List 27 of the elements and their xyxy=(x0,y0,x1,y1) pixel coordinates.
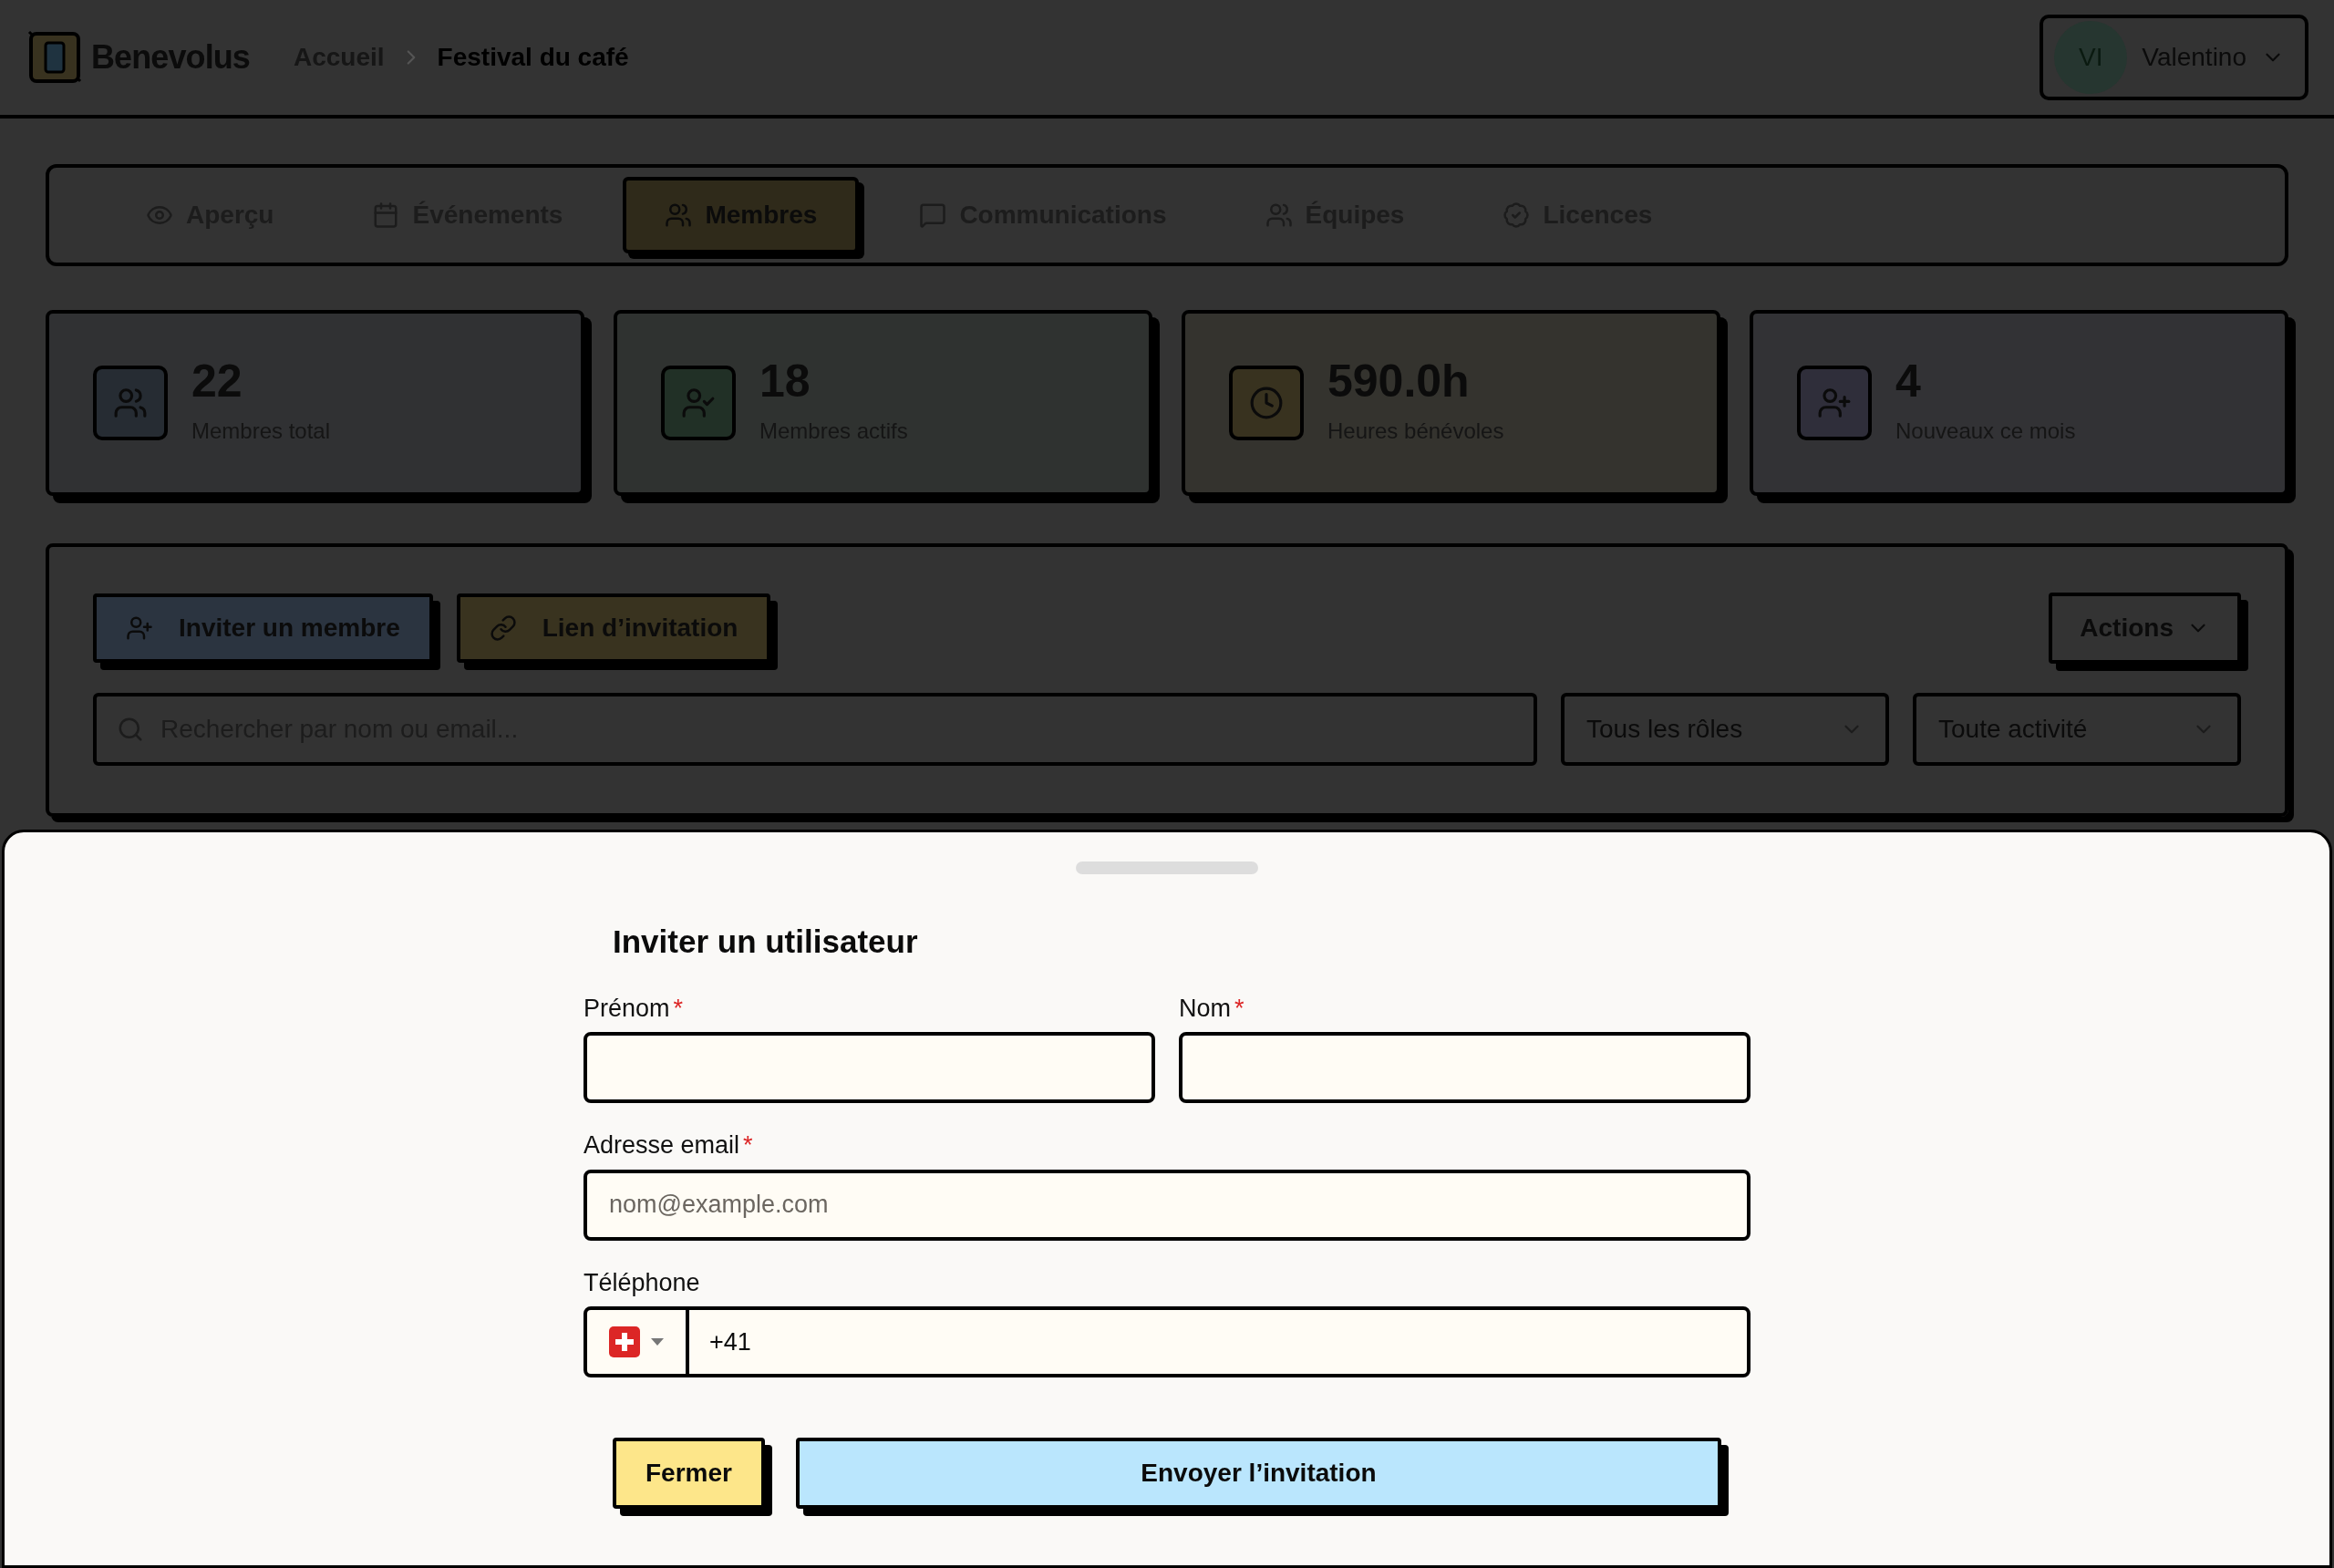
field-label: Nom xyxy=(1179,993,1231,1024)
user-plus-icon xyxy=(126,614,153,642)
email-input[interactable]: nom@example.com xyxy=(584,1169,1750,1241)
badge-check-icon xyxy=(1503,201,1531,229)
field-label: Téléphone xyxy=(584,1267,700,1298)
required-asterisk: * xyxy=(1234,993,1244,1024)
link-icon xyxy=(489,614,517,642)
clock-icon xyxy=(1249,386,1284,420)
required-asterisk: * xyxy=(673,993,684,1024)
users-icon xyxy=(113,386,148,420)
search-icon xyxy=(117,716,144,743)
users-icon xyxy=(1265,201,1293,229)
drag-handle[interactable] xyxy=(1076,861,1258,874)
phone-input[interactable]: +41 xyxy=(689,1310,1747,1374)
required-asterisk: * xyxy=(743,1130,753,1161)
calendar-icon xyxy=(372,201,400,229)
flag-icon xyxy=(609,1326,640,1357)
dialog-title: Inviter un utilisateur xyxy=(612,923,919,961)
user-plus-icon xyxy=(1817,386,1852,420)
caret-icon xyxy=(651,1338,664,1346)
field-label: Adresse email xyxy=(584,1130,740,1161)
field-label: Prénom xyxy=(584,993,670,1024)
text-input[interactable] xyxy=(1179,1032,1750,1103)
users-icon xyxy=(665,201,693,229)
user-check-icon xyxy=(681,386,716,420)
phone-field[interactable]: +41 xyxy=(584,1306,1750,1377)
text-input[interactable] xyxy=(584,1032,1155,1103)
